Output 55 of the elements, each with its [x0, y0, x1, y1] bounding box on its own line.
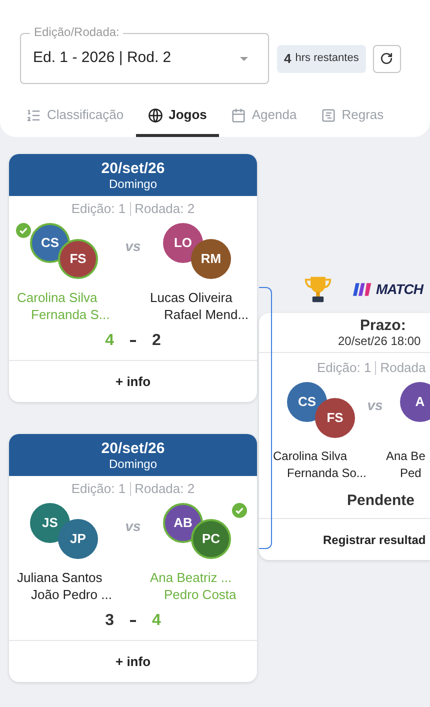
- deadline-label: Prazo:: [360, 317, 406, 334]
- player-name: Lucas Oliveira: [150, 289, 232, 306]
- logo-mark-icon: [353, 282, 373, 296]
- register-result-button[interactable]: Registrar resultad: [259, 518, 430, 560]
- score: 4: [152, 611, 161, 631]
- player-name: Pedro Costa: [164, 586, 236, 603]
- weekday: Domingo: [108, 176, 158, 190]
- avatar: PC: [191, 519, 231, 559]
- status-label: Pendente: [347, 491, 415, 511]
- versus-label: vs: [124, 237, 142, 256]
- list-icon: [26, 108, 41, 122]
- select-label: Edição/Rodada:: [30, 25, 124, 39]
- score: 4: [105, 331, 114, 351]
- score: 3: [105, 611, 114, 631]
- player-name: Fernanda S...: [31, 306, 110, 323]
- player-name: João Pedro ...: [31, 586, 112, 603]
- player-name: Juliana Santos: [17, 569, 102, 586]
- avatar: A: [400, 382, 430, 422]
- round-label: Rodada: 2: [134, 481, 195, 497]
- select-value: Ed. 1 - 2026 | Rod. 2: [33, 48, 172, 68]
- match-date: 20/set/26: [101, 440, 165, 456]
- round-label: Rodada: 2: [134, 201, 195, 217]
- tab[interactable]: Jogos: [136, 96, 219, 137]
- player-name: Carolina Silva: [273, 448, 348, 465]
- avatar: FS: [58, 239, 98, 279]
- deadline-date: 20/set/26 18:00: [338, 334, 421, 348]
- round-label: Rodada: [380, 360, 426, 376]
- player-name: Carolina Silva: [17, 289, 98, 306]
- player-name: Ana Beatriz ...: [150, 569, 232, 586]
- versus-label: vs: [124, 517, 142, 536]
- avatar: FS: [315, 398, 355, 438]
- edition-label: Edição: 1: [71, 201, 126, 217]
- logo-text: MATCH: [376, 280, 424, 298]
- player-name: Fernanda So...: [287, 465, 366, 482]
- info-button[interactable]: + info: [9, 360, 257, 402]
- player-name: Ana Be: [386, 448, 426, 465]
- player-name: Rafael Mend...: [164, 306, 249, 323]
- player-name: Ped: [400, 465, 422, 482]
- score: 2: [152, 331, 161, 351]
- weekday: Domingo: [108, 456, 158, 470]
- edition-label: Edição: 1: [317, 360, 372, 376]
- info-button[interactable]: + info: [9, 640, 257, 682]
- avatar: RM: [191, 239, 231, 279]
- hours-value: 4: [284, 50, 292, 68]
- refresh-icon: [380, 52, 394, 65]
- hours-label: hrs restantes: [295, 51, 359, 66]
- calendar-icon: [230, 108, 246, 122]
- versus-label: vs: [366, 396, 384, 415]
- edition-label: Edição: 1: [71, 481, 126, 497]
- avatar: JP: [58, 519, 98, 559]
- match-date: 20/set/26: [101, 160, 165, 176]
- dropdown-caret-icon: [240, 56, 248, 60]
- trophy-icon: [303, 275, 333, 303]
- refresh-button[interactable]: [372, 44, 401, 72]
- list-box-icon: [320, 108, 336, 122]
